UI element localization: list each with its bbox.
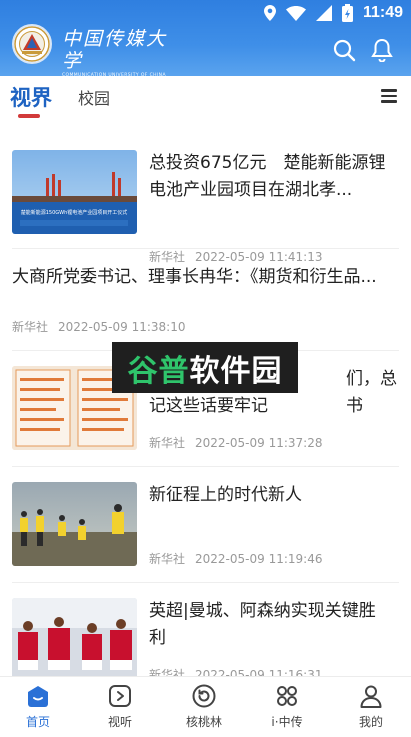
search-icon xyxy=(333,39,356,62)
university-logo xyxy=(12,24,52,64)
news-source: 新华社 xyxy=(149,250,186,264)
nav-label: 核桃林 xyxy=(185,715,222,729)
news-meta: 新华社 2022-05-09 11:37:28 xyxy=(149,434,322,451)
battery-icon xyxy=(341,4,353,22)
active-tab-indicator xyxy=(18,114,40,118)
channel-menu-button[interactable] xyxy=(381,89,397,103)
watermark-part2: 软件园 xyxy=(189,353,283,389)
news-source: 新华社 xyxy=(149,668,186,676)
refresh-circle-icon xyxy=(192,684,216,708)
app-header: 11:49 中国传媒大学 COMMUNICATION UNIVERSITY OF… xyxy=(0,0,411,78)
news-title: 大商所党委书记、理事长冉华：《期货和衍生品... xyxy=(12,267,377,287)
status-bar: 11:49 xyxy=(0,0,411,28)
status-time: 11:49 xyxy=(362,4,403,21)
watermark-overlay: 谷普 软件园 xyxy=(112,342,298,393)
brand-chinese: 中国传媒大学 xyxy=(62,28,168,72)
bottom-navigation: 首页 视听 核桃林 i·中传 我的 xyxy=(0,676,411,737)
notification-button[interactable] xyxy=(370,38,396,64)
news-item[interactable]: 大商所党委书记、理事长冉华：《期货和衍生品... 新华社 2022-05-09 1… xyxy=(12,264,399,338)
wifi-icon xyxy=(285,5,306,21)
nav-home[interactable]: 首页 xyxy=(3,683,73,730)
nav-izhongchuan[interactable]: i·中传 xyxy=(252,683,322,730)
news-item[interactable]: 英超|曼城、阿森纳实现关键胜利 新华社 2022-05-09 11:16:31 xyxy=(12,598,399,676)
signal-icon xyxy=(315,5,332,21)
bell-icon xyxy=(371,38,393,63)
nav-label: 首页 xyxy=(25,715,50,729)
news-thumbnail xyxy=(12,598,137,676)
divider xyxy=(12,466,399,467)
divider xyxy=(12,582,399,583)
news-thumbnail xyxy=(12,482,137,566)
news-title: 记这些话要牢记 xyxy=(149,396,268,416)
watermark-part1: 谷普 xyxy=(127,353,190,389)
news-time: 2022-05-09 11:16:31 xyxy=(195,668,323,676)
news-feed: 楚能新能源150GWh锂电池产业园项目开工仪式 总投资675亿元 楚能新能源锂电… xyxy=(0,120,411,676)
news-title: 新征程上的时代新人 xyxy=(149,485,302,505)
news-source: 新华社 xyxy=(149,436,186,450)
channel-tabs: 视界 校园 xyxy=(0,76,411,120)
news-meta: 新华社 2022-05-09 11:16:31 xyxy=(149,666,322,676)
divider xyxy=(12,248,399,249)
news-meta: 新华社 2022-05-09 11:19:46 xyxy=(149,550,322,567)
status-icons: 11:49 xyxy=(263,4,403,22)
nav-hetaolin[interactable]: 核桃林 xyxy=(169,683,239,730)
location-icon xyxy=(263,5,276,21)
tab-shijie[interactable]: 视界 xyxy=(10,82,52,112)
news-title: 总投资675亿元 楚能新能源锂电池产业园项目在湖北孝... xyxy=(149,153,386,200)
nav-mine[interactable]: 我的 xyxy=(336,683,406,730)
nav-label: 我的 xyxy=(358,715,383,729)
thumb-caption: 楚能新能源150GWh锂电池产业园项目开工仪式 xyxy=(21,209,128,216)
user-icon xyxy=(360,685,382,708)
news-source: 新华社 xyxy=(12,320,49,334)
news-time: 2022-05-09 11:19:46 xyxy=(195,552,323,566)
nav-label: 视听 xyxy=(107,715,132,729)
home-icon xyxy=(28,686,48,707)
nav-video[interactable]: 视听 xyxy=(85,683,155,730)
news-source: 新华社 xyxy=(149,552,186,566)
play-icon xyxy=(109,685,131,707)
news-title: 英超|曼城、阿森纳实现关键胜利 xyxy=(149,601,376,648)
news-item[interactable]: 楚能新能源150GWh锂电池产业园项目开工仪式 总投资675亿元 楚能新能源锂电… xyxy=(12,150,399,264)
news-time: 2022-05-09 11:37:28 xyxy=(195,436,323,450)
news-time: 2022-05-09 11:38:10 xyxy=(58,320,186,334)
grid-icon xyxy=(277,686,297,706)
nav-label: i·中传 xyxy=(271,715,303,729)
news-meta: 新华社 2022-05-09 11:38:10 xyxy=(12,318,185,335)
university-name: 中国传媒大学 COMMUNICATION UNIVERSITY OF CHINA xyxy=(62,28,172,78)
news-item[interactable]: 新征程上的时代新人 新华社 2022-05-09 11:19:46 xyxy=(12,482,399,578)
news-thumbnail: 楚能新能源150GWh锂电池产业园项目开工仪式 xyxy=(12,150,137,234)
news-meta: 新华社 2022-05-09 11:41:13 xyxy=(149,248,322,265)
tab-xiaoyuan[interactable]: 校园 xyxy=(78,85,110,109)
news-time: 2022-05-09 11:41:13 xyxy=(195,250,323,264)
search-button[interactable] xyxy=(332,38,358,64)
